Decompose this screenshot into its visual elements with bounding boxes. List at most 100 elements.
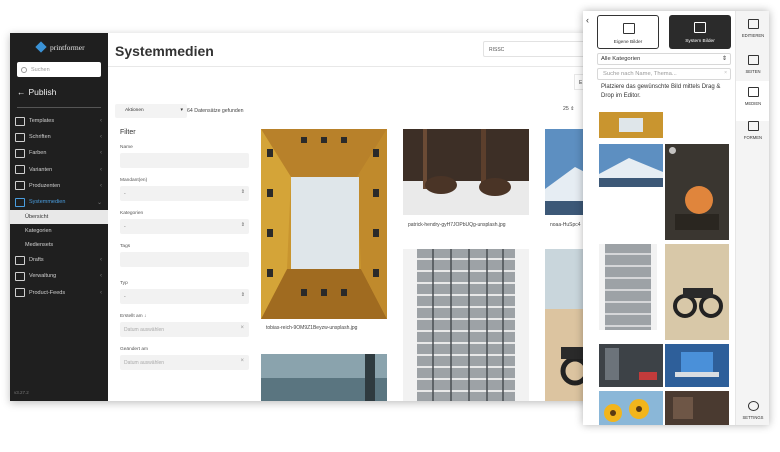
- category-value: Alle Kategorien: [601, 56, 641, 62]
- sidebar-item-drafts[interactable]: Drafts ‹: [10, 252, 108, 268]
- template-icon: [15, 116, 25, 126]
- sidebar: printformer Suchen ← Publish Templates ‹: [10, 33, 108, 401]
- sidebar-item-label: Templates: [29, 118, 55, 125]
- tags-input[interactable]: [120, 252, 249, 267]
- clear-icon[interactable]: ×: [240, 358, 244, 364]
- type-label: Typ: [120, 281, 128, 286]
- media-caption: tobias-reich-9OM9Z1Beyzw-unsplash.jpg: [266, 325, 358, 331]
- campfire-thumb: [665, 144, 729, 240]
- logo-icon: [36, 42, 47, 53]
- sidebar-item-label: Schriften: [29, 134, 51, 141]
- media-card-sunset[interactable]: [261, 354, 387, 401]
- sidebar-item-product-feeds[interactable]: Product-Feeds ‹: [10, 285, 108, 301]
- rail-label: MEDIEN: [744, 101, 762, 106]
- sidebar-item-label: Farben: [29, 150, 47, 157]
- caret-down-icon: ▾: [180, 107, 183, 113]
- chevron-left-icon: ‹: [100, 289, 102, 296]
- rail-label: SEITEN: [745, 69, 761, 74]
- thumb-campfire[interactable]: [665, 144, 729, 240]
- bison-photo: [403, 129, 529, 215]
- rail-item-edit[interactable]: EDITIEREN: [736, 13, 769, 53]
- thumb-tower[interactable]: [599, 244, 657, 330]
- rail-item-settings[interactable]: SETTINGS: [736, 395, 769, 425]
- media-card-bison[interactable]: [403, 129, 529, 215]
- chevron-left-icon: ‹: [100, 150, 102, 157]
- sidebar-item-administration[interactable]: Verwaltung ‹: [10, 268, 108, 284]
- page-title: Systemmedien: [115, 43, 214, 59]
- image-stack-icon: [694, 22, 706, 33]
- search-icon: [21, 66, 27, 73]
- per-page-select[interactable]: 25 ⇕: [563, 106, 575, 112]
- pen-icon: [15, 132, 25, 142]
- categories-select[interactable]: - ⇕: [120, 219, 249, 234]
- publish-link[interactable]: ← Publish: [17, 87, 56, 97]
- sidebar-subitem-mediasets[interactable]: Mediensets: [10, 238, 108, 252]
- sidebar-subitem-overview[interactable]: Übersicht: [10, 210, 108, 225]
- chevron-left-icon: ‹: [100, 118, 102, 125]
- thumb-sunflowers[interactable]: [599, 391, 663, 425]
- type-select[interactable]: - ⇕: [120, 289, 249, 304]
- updown-icon: ⇕: [240, 292, 245, 298]
- rail-label: EDITIEREN: [741, 33, 765, 38]
- user-image-icon: [623, 23, 635, 34]
- sidebar-search[interactable]: Suchen: [17, 62, 101, 77]
- sidebar-item-colors[interactable]: Farben ‹: [10, 145, 108, 161]
- media-card-tower[interactable]: [403, 249, 529, 401]
- sidebar-item-producers[interactable]: Produzenten ‹: [10, 178, 108, 194]
- image-icon: [747, 87, 759, 97]
- thumb-laptop[interactable]: [665, 344, 729, 387]
- thumb-room[interactable]: [665, 391, 729, 425]
- favorite-icon[interactable]: [669, 147, 676, 154]
- updown-icon: ⇕: [240, 222, 245, 228]
- sidebar-item-label: Varianten: [29, 166, 53, 173]
- thumb-street[interactable]: [599, 344, 663, 387]
- thumb-mountain[interactable]: [599, 144, 663, 187]
- image-search-input[interactable]: Suche nach Name, Thema... ×: [597, 68, 731, 80]
- changed-placeholder: Datum auswählen: [124, 360, 165, 366]
- arrow-left-icon: ←: [17, 87, 26, 97]
- clear-icon[interactable]: ×: [240, 325, 244, 331]
- tags-label: Tags: [120, 244, 131, 249]
- created-date-input[interactable]: Datum auswählen ×: [120, 322, 249, 337]
- tab-own-images[interactable]: Eigene Bilder: [597, 15, 659, 49]
- sidebar-item-fonts[interactable]: Schriften ‹: [10, 129, 108, 145]
- chevron-down-icon: ⌄: [96, 199, 102, 206]
- laptop-thumb: [665, 344, 729, 387]
- close-icon[interactable]: ×: [724, 70, 727, 76]
- tenant-filter-select[interactable]: - ⇕: [120, 186, 249, 201]
- created-label: Erstellt am ↓: [120, 314, 147, 319]
- text-icon: [747, 19, 759, 29]
- changed-date-input[interactable]: Datum auswählen ×: [120, 355, 249, 370]
- tab-system-images[interactable]: System Bilder: [669, 15, 731, 49]
- rail-item-shapes[interactable]: FORMEN: [736, 115, 769, 155]
- changed-label: Geändert am: [120, 347, 148, 352]
- actions-dropdown[interactable]: Aktionen ▾: [115, 104, 187, 118]
- brand-name: printformer: [50, 43, 85, 52]
- sunset-photo: [261, 354, 387, 401]
- brand-logo[interactable]: printformer: [36, 42, 85, 53]
- search-placeholder: Suchen: [31, 66, 50, 73]
- admin-window: printformer Suchen ← Publish Templates ‹: [10, 33, 610, 401]
- category-select[interactable]: Alle Kategorien ⇕: [597, 53, 731, 65]
- sidebar-item-label: Drafts: [29, 257, 44, 264]
- sidebar-item-system-media[interactable]: Systemmedien ⌄: [10, 194, 108, 210]
- sidebar-item-label: Systemmedien: [29, 199, 66, 206]
- type-value: -: [124, 294, 126, 300]
- filter-title: Filter: [120, 129, 136, 136]
- chevron-left-icon: ‹: [100, 257, 102, 264]
- name-label: Name: [120, 145, 133, 150]
- divider: [17, 107, 101, 108]
- sidebar-nav: Templates ‹ Schriften ‹ Farben ‹ Variant…: [10, 113, 108, 301]
- created-placeholder: Datum auswählen: [124, 327, 165, 333]
- chevron-left-icon[interactable]: ‹: [586, 15, 589, 25]
- sidebar-item-variants[interactable]: Varianten ‹: [10, 162, 108, 178]
- thumb-motorbike[interactable]: [665, 244, 729, 340]
- name-input[interactable]: [120, 153, 249, 168]
- sidebar-item-templates[interactable]: Templates ‹: [10, 113, 108, 129]
- categories-value: -: [124, 224, 126, 230]
- media-card-building[interactable]: [261, 129, 387, 319]
- sidebar-subitem-categories[interactable]: Kategorien: [10, 224, 108, 238]
- thumb-building[interactable]: [599, 112, 663, 138]
- sidebar-item-label: Produzenten: [29, 182, 61, 189]
- chevron-left-icon: ‹: [100, 134, 102, 141]
